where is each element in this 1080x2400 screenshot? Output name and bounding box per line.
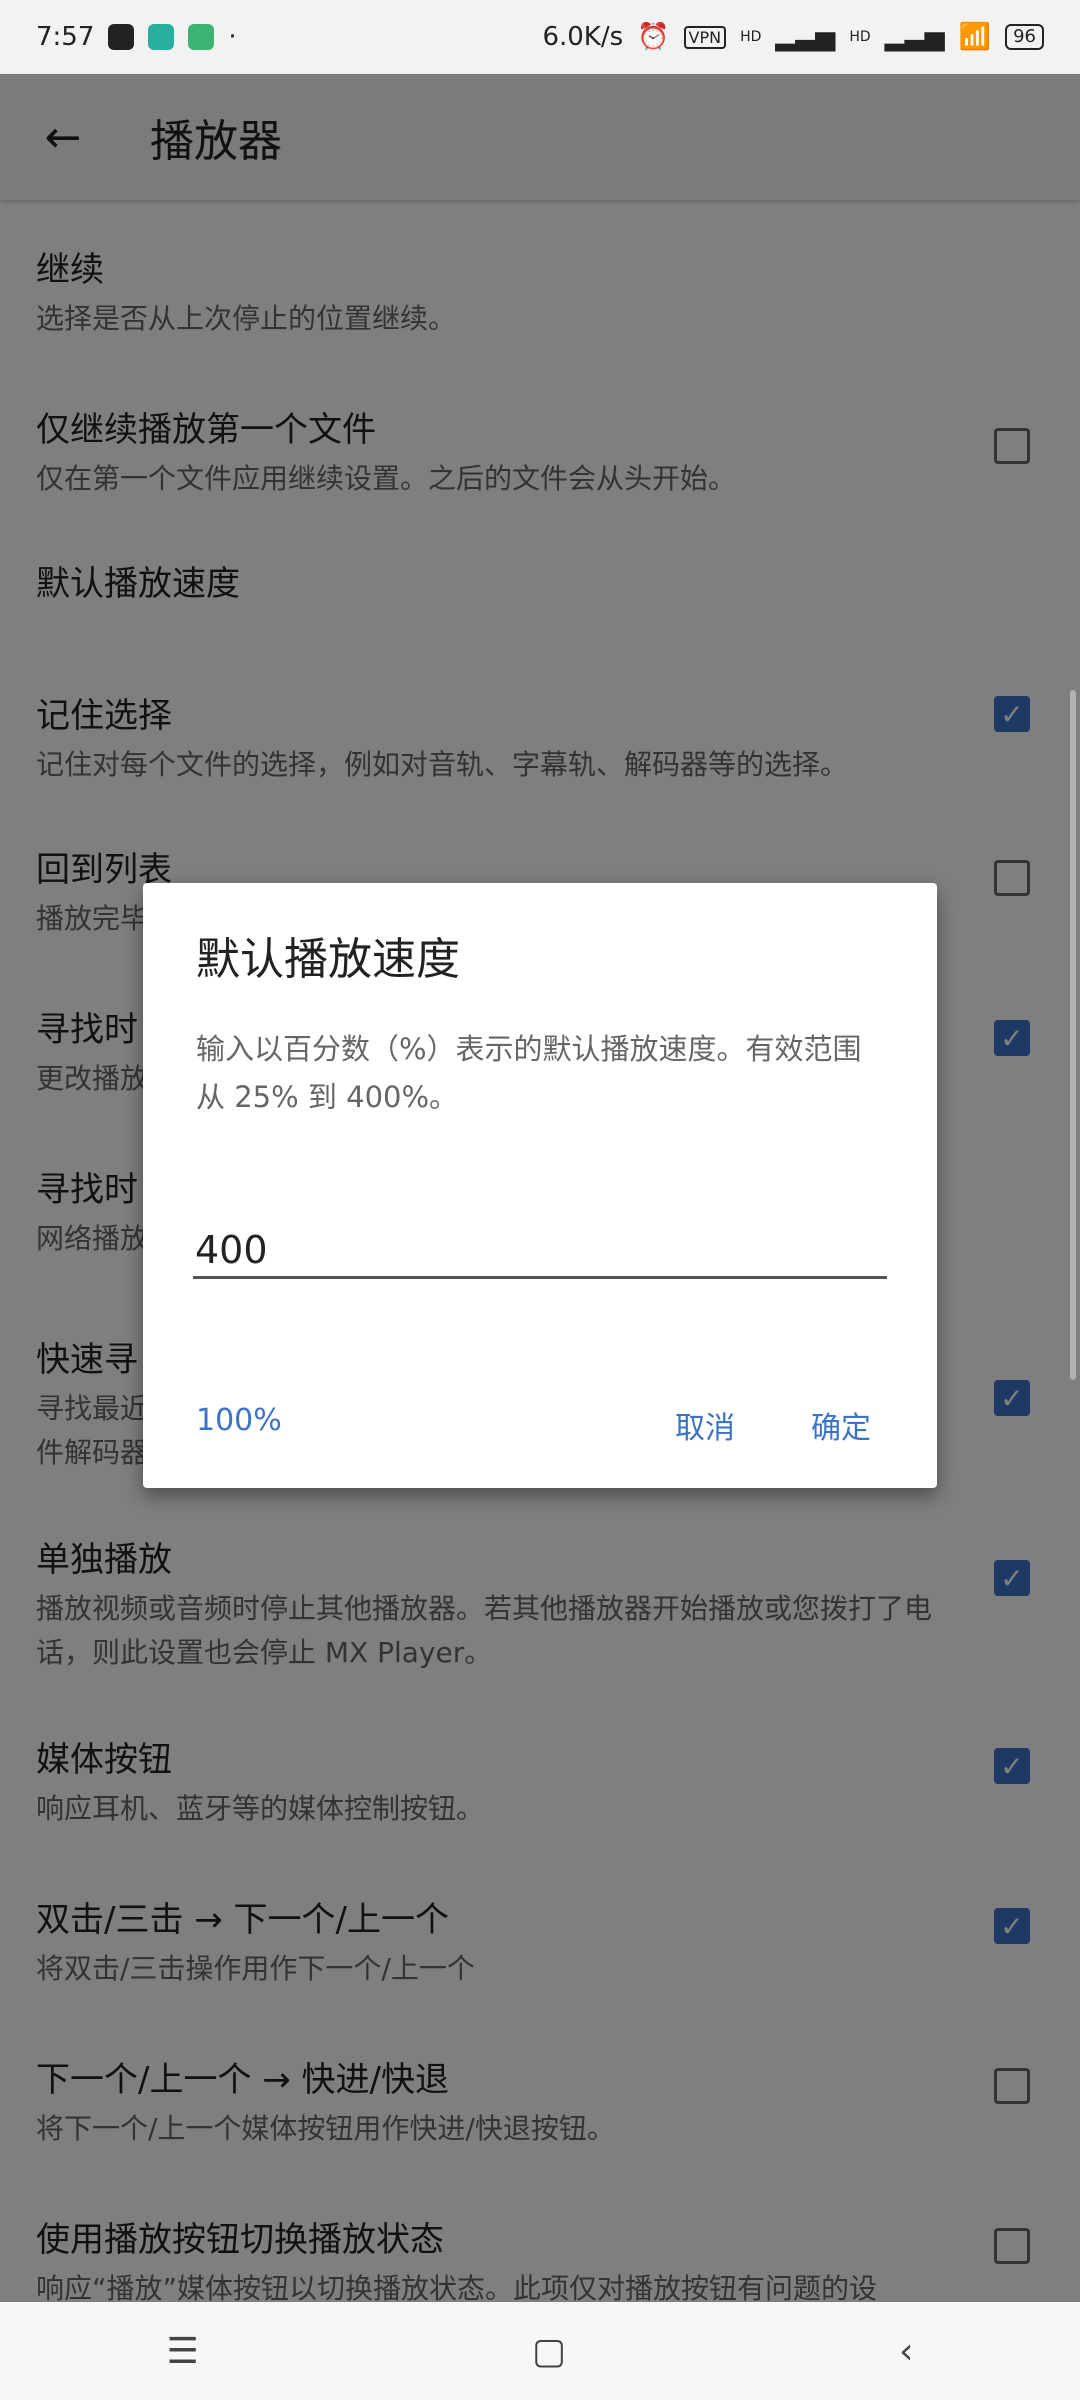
battery-indicator: 96 [1005,24,1044,50]
status-left: 7:57 · [36,22,237,52]
system-nav-bar: ☰ ▢ ‹ [0,2302,1080,2400]
alarm-icon: ⏰ [637,22,670,52]
back-icon[interactable]: ‹ [899,2331,913,2372]
vpn-badge: VPN [683,25,727,49]
signal2-label: HD [849,29,871,45]
status-time: 7:57 [36,22,95,52]
dialog-message: 输入以百分数（%）表示的默认播放速度。有效范围从 25% 到 400%。 [196,1032,862,1114]
cancel-button[interactable]: 取消 [675,1403,735,1447]
status-bar: 7:57 · 6.0K/s ⏰ VPN HD ▂▃▅ HD ▂▃▅ 📶 96 [0,0,1080,74]
wifi-icon: 📶 [958,22,992,52]
menu-icon[interactable]: ☰ [167,2331,199,2372]
signal1-icon: ▂▃▅ [775,22,836,52]
status-right: 6.0K/s ⏰ VPN HD ▂▃▅ HD ▂▃▅ 📶 96 [542,22,1044,52]
speed-input[interactable]: 400 [193,1223,887,1279]
dot-icon: · [228,22,237,52]
home-icon[interactable]: ▢ [532,2331,566,2372]
dialog-title: 默认播放速度 [196,934,460,985]
qq-icon [108,24,135,50]
reset-100-button[interactable]: 100% [196,1403,282,1438]
store-icon [188,24,215,50]
signal1-label: HD [740,29,762,45]
signal2-icon: ▂▃▅ [884,22,945,52]
app-notification-icon [148,24,175,50]
speed-dialog: 默认播放速度 输入以百分数（%）表示的默认播放速度。有效范围从 25% 到 40… [143,883,937,1488]
ok-button[interactable]: 确定 [811,1403,871,1447]
scrollbar[interactable] [1070,690,1076,1380]
net-speed: 6.0K/s [542,22,624,52]
